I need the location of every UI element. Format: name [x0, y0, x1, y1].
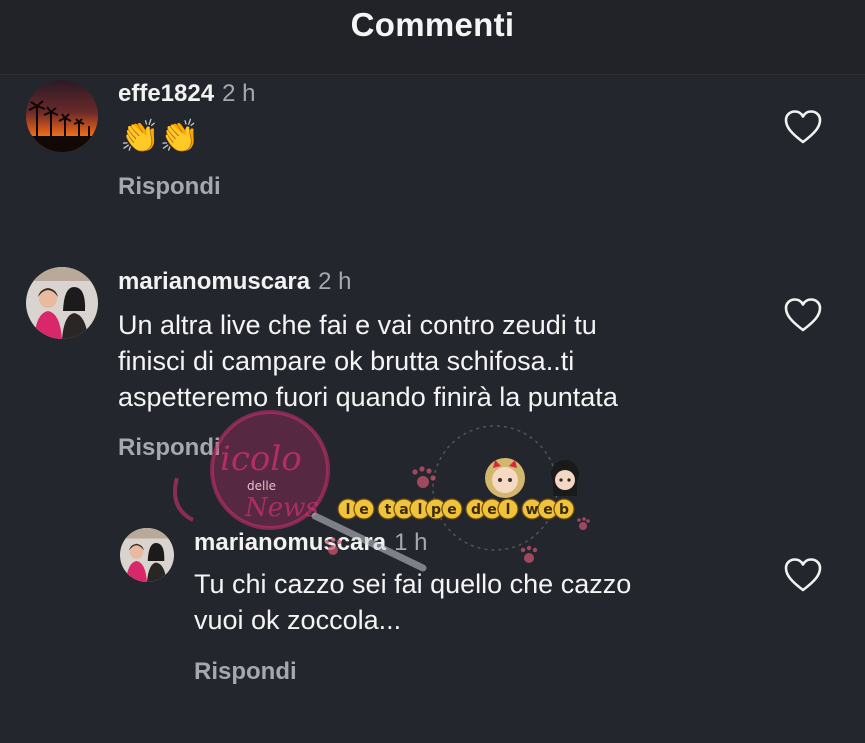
svg-text:delle: delle	[247, 479, 276, 493]
svg-text:l: l	[418, 502, 423, 518]
comment-text-line: Un altra live che fai e vai contro zeudi…	[118, 310, 597, 340]
heart-outline-icon	[784, 298, 822, 332]
comment-time: 2 h	[222, 80, 256, 107]
svg-text:l: l	[346, 502, 351, 518]
svg-text:w: w	[526, 502, 539, 518]
username-text[interactable]: marianomuscara	[118, 268, 310, 295]
comment-text-line: aspetteremo fuori quando finirà la punta…	[118, 382, 618, 412]
comment-time: 1 h	[394, 529, 428, 556]
like-button[interactable]	[783, 109, 823, 145]
comment-username[interactable]: effe1824 2 h	[118, 80, 255, 108]
clapping-hands-emoji: 👏👏	[120, 118, 200, 154]
avatar[interactable]	[26, 80, 98, 152]
username-text[interactable]: effe1824	[118, 80, 214, 107]
comment-text-line: Tu chi cazzo sei fai quello che cazzo	[194, 569, 632, 599]
svg-text:b: b	[559, 502, 569, 518]
like-button[interactable]	[783, 557, 823, 593]
svg-text:e: e	[543, 502, 553, 518]
username-text[interactable]: marianomuscara	[194, 529, 386, 556]
reply-button[interactable]: Rispondi	[118, 173, 221, 201]
heart-outline-icon	[784, 110, 822, 144]
avatar[interactable]	[26, 267, 98, 339]
like-button[interactable]	[783, 297, 823, 333]
svg-text:d: d	[471, 502, 481, 518]
svg-text:p: p	[431, 502, 441, 518]
comments-screen: Commenti effe1824 2 h 👏👏 Rispondi marian…	[0, 0, 865, 743]
heart-outline-icon	[784, 558, 822, 592]
page-title: Commenti	[350, 6, 515, 43]
comment-username[interactable]: marianomuscara 1 h	[194, 529, 427, 557]
comment-username[interactable]: marianomuscara 2 h	[118, 268, 351, 296]
svg-text:e: e	[447, 502, 457, 518]
reply-button[interactable]: Rispondi	[194, 658, 297, 686]
svg-text:a: a	[399, 502, 408, 518]
svg-text:t: t	[385, 502, 392, 518]
svg-text:News: News	[244, 493, 319, 523]
svg-text:icolo: icolo	[220, 439, 302, 479]
svg-text:e: e	[359, 502, 369, 518]
comments-header: Commenti	[0, 0, 865, 75]
svg-text:l: l	[506, 502, 511, 518]
avatar[interactable]	[120, 528, 174, 582]
svg-text:e: e	[487, 502, 497, 518]
reply-button[interactable]: Rispondi	[118, 434, 221, 462]
comment-time: 2 h	[318, 268, 352, 295]
comment-text-line: finisci di campare ok brutta schifosa..t…	[118, 346, 575, 376]
comment-text-line: vuoi ok zoccola...	[194, 605, 402, 635]
